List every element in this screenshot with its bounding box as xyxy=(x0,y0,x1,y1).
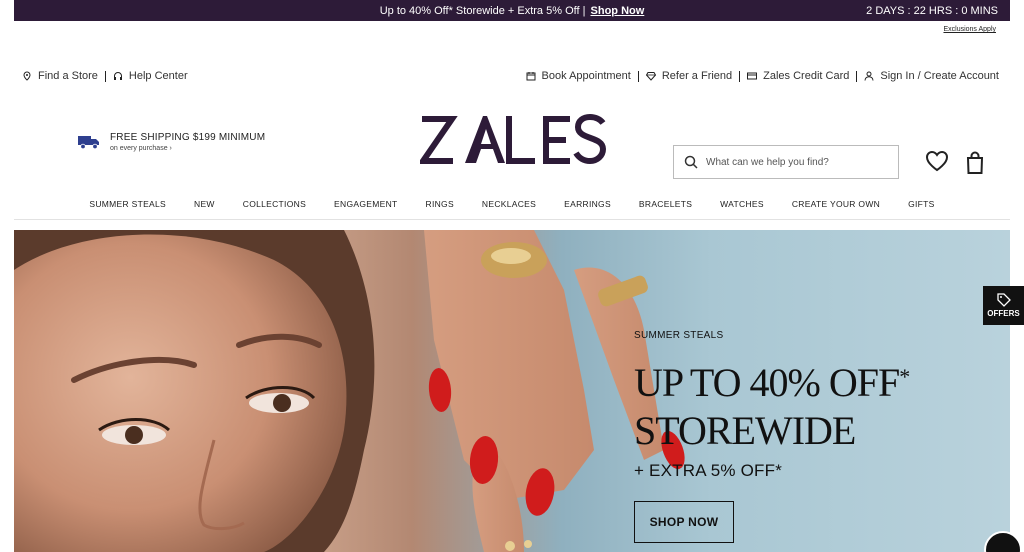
credit-card-icon xyxy=(747,72,758,80)
main-nav: SUMMER STEALS NEW COLLECTIONS ENGAGEMENT… xyxy=(14,196,1010,220)
divider xyxy=(856,70,858,82)
nav-create-your-own[interactable]: CREATE YOUR OWN xyxy=(778,196,894,219)
shop-now-button[interactable]: SHOP NOW xyxy=(634,501,734,543)
map-pin-icon xyxy=(23,71,31,81)
help-center-icon xyxy=(113,72,122,80)
search-icon xyxy=(684,155,698,169)
free-shipping-banner[interactable]: FREE SHIPPING $199 MINIMUM on every purc… xyxy=(78,132,265,152)
hero-headline-line1: UP TO 40% OFF xyxy=(634,360,900,405)
nav-watches[interactable]: WATCHES xyxy=(706,196,778,219)
nav-rings[interactable]: RINGS xyxy=(412,196,468,219)
nav-new[interactable]: NEW xyxy=(180,196,229,219)
sign-in-label: Sign In / Create Account xyxy=(880,70,999,82)
divider xyxy=(637,70,639,82)
help-center-label: Help Center xyxy=(128,70,188,82)
refer-friend-link[interactable]: Refer a Friend xyxy=(645,70,733,82)
hero-headline-line2: STOREWIDE xyxy=(634,408,856,453)
shipping-title: FREE SHIPPING $199 MINIMUM xyxy=(110,132,266,143)
divider xyxy=(104,70,106,82)
credit-card-link[interactable]: Zales Credit Card xyxy=(747,70,849,82)
shopping-bag-icon[interactable] xyxy=(966,151,984,174)
find-store-label: Find a Store xyxy=(38,70,98,82)
offers-label: OFFERS xyxy=(987,309,1020,318)
nav-earrings[interactable]: EARRINGS xyxy=(550,196,625,219)
nav-gifts[interactable]: GIFTS xyxy=(894,196,949,219)
nav-summer-steals[interactable]: SUMMER STEALS xyxy=(75,196,180,219)
nav-collections[interactable]: COLLECTIONS xyxy=(229,196,320,219)
credit-card-label: Zales Credit Card xyxy=(763,70,850,82)
shipping-subtitle: on every purchase › xyxy=(110,145,172,152)
book-appointment-link[interactable]: Book Appointment xyxy=(526,70,631,82)
calendar-icon xyxy=(526,72,536,81)
diamond-icon xyxy=(645,72,656,81)
search-input[interactable] xyxy=(706,156,886,168)
hero-subline: + EXTRA 5% OFF* xyxy=(634,461,783,480)
offers-tab[interactable]: OFFERS xyxy=(983,286,1024,325)
promo-countdown: 2 DAYS : 22 HRS : 0 MINS xyxy=(866,4,998,17)
book-appointment-label: Book Appointment xyxy=(541,70,631,82)
search-box[interactable] xyxy=(673,145,899,179)
find-store-link[interactable]: Find a Store xyxy=(22,70,98,82)
sign-in-link[interactable]: Sign In / Create Account xyxy=(864,70,999,82)
truck-icon xyxy=(78,136,99,150)
help-center-link[interactable]: Help Center xyxy=(113,70,188,82)
refer-friend-label: Refer a Friend xyxy=(661,70,733,82)
utility-nav-left: Find a Store Help Center xyxy=(22,70,188,82)
exclusions-link[interactable]: Exclusions Apply xyxy=(943,26,996,33)
promo-message: Up to 40% Off* Storewide + Extra 5% Off … xyxy=(14,5,1010,17)
nav-bracelets[interactable]: BRACELETS xyxy=(625,196,706,219)
promo-text: Up to 40% Off* Storewide + Extra 5% Off … xyxy=(379,4,586,17)
hero-copy: SUMMER STEALS UP TO 40% OFF* STOREWIDE +… xyxy=(634,330,910,543)
hero-headline: UP TO 40% OFF* STOREWIDE xyxy=(634,359,910,455)
hero-eyebrow: SUMMER STEALS xyxy=(634,330,724,341)
tag-icon xyxy=(996,293,1011,307)
promo-shop-link[interactable]: Shop Now xyxy=(591,5,645,17)
nav-necklaces[interactable]: NECKLACES xyxy=(468,196,550,219)
hero-headline-asterisk: * xyxy=(899,364,910,389)
hero-banner[interactable]: SUMMER STEALS UP TO 40% OFF* STOREWIDE +… xyxy=(14,230,1010,552)
promo-bar: Up to 40% Off* Storewide + Extra 5% Off … xyxy=(14,0,1010,21)
user-icon xyxy=(864,71,874,81)
wishlist-heart-icon[interactable] xyxy=(925,150,949,172)
zales-logo[interactable] xyxy=(420,114,606,166)
divider xyxy=(739,70,741,82)
nav-engagement[interactable]: ENGAGEMENT xyxy=(320,196,411,219)
utility-nav-right: Book Appointment Refer a Friend Zales Cr… xyxy=(526,70,999,82)
